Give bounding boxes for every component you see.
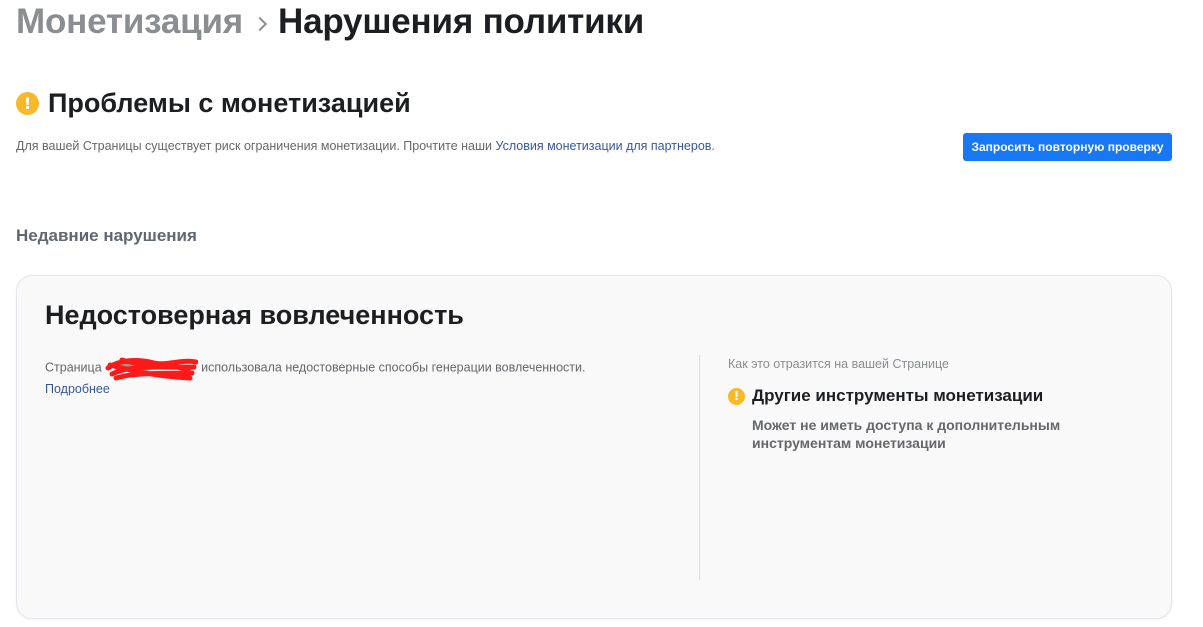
violation-description-prefix: Страница: [45, 360, 102, 375]
problems-description: Для вашей Страницы существует риск огран…: [16, 139, 715, 153]
recent-violations-heading: Недавние нарушения: [16, 226, 197, 245]
impact-item: ! Другие инструменты монетизации: [728, 386, 1043, 406]
card-divider: [699, 355, 700, 580]
breadcrumb-monetization-link[interactable]: Монетизация: [16, 2, 243, 42]
impact-heading: Как это отразится на вашей Странице: [728, 357, 949, 371]
learn-more-link[interactable]: Подробнее: [45, 382, 110, 396]
violation-description: Страница использовала недостоверные спос…: [45, 357, 586, 381]
page-title: Нарушения политики: [278, 2, 645, 41]
problems-title: Проблемы с монетизацией: [48, 88, 411, 118]
problems-header: ! Проблемы с монетизацией: [16, 88, 411, 119]
violation-title: Недостоверная вовлеченность: [45, 300, 464, 330]
impact-item-title: Другие инструменты монетизации: [752, 386, 1044, 405]
problems-description-end: .: [711, 139, 715, 153]
redacted-page-name: [102, 357, 198, 381]
warning-icon: !: [728, 387, 745, 405]
violation-card: Недостоверная вовлеченность Страница исп…: [16, 275, 1172, 619]
monetization-terms-link[interactable]: Условия монетизации для партнеров: [495, 139, 711, 153]
request-recheck-button[interactable]: Запросить повторную проверку: [963, 133, 1172, 161]
chevron-right-icon: [252, 16, 268, 32]
warning-icon: !: [16, 92, 39, 115]
violation-description-suffix: использовала недостоверные способы генер…: [197, 360, 586, 375]
breadcrumb: Монетизация Нарушения политики: [16, 0, 644, 44]
impact-item-description: Может не иметь доступа к дополнительным …: [752, 417, 1061, 451]
problems-description-text: Для вашей Страницы существует риск огран…: [16, 139, 496, 153]
